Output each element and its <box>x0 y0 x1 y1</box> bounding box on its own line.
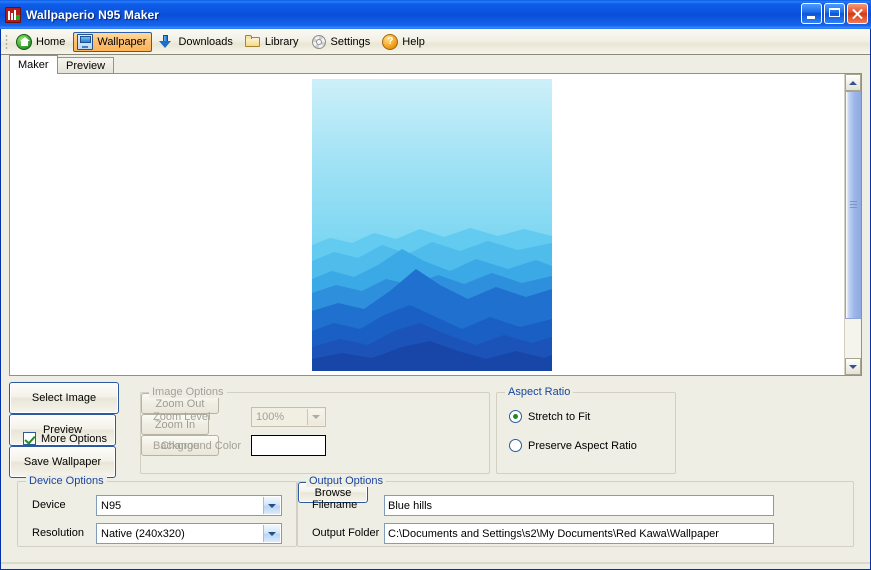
tab-strip: Maker Preview <box>9 55 862 74</box>
scroll-up-icon[interactable] <box>845 74 861 91</box>
toolbar-label-wallpaper: Wallpaper <box>97 35 147 48</box>
blue-hills-artwork <box>312 79 552 371</box>
device-options-group: Device Options Device N95 Resolution Nat… <box>17 475 297 547</box>
toolbar-label-downloads: Downloads <box>178 35 233 48</box>
zoom-level-label: Zoom Level <box>153 411 211 423</box>
radio-preserve-aspect-ratio[interactable]: Preserve Aspect Ratio <box>509 439 637 452</box>
window-controls <box>801 3 868 24</box>
toolbar-item-downloads[interactable]: Downloads <box>154 32 238 52</box>
resolution-label: Resolution <box>32 527 84 539</box>
background-color-label: Background Color <box>153 440 242 452</box>
window-title: Wallpaperio N95 Maker <box>26 7 160 22</box>
zoom-level-dropdown[interactable]: 100% <box>251 407 326 427</box>
wallpaper-image[interactable] <box>312 79 552 371</box>
toolbar-item-help[interactable]: ? Help <box>378 32 431 52</box>
client-area: Maker Preview Select Image More Options … <box>1 55 870 563</box>
device-label: Device <box>32 499 66 511</box>
scroll-down-icon[interactable] <box>845 358 861 375</box>
canvas-area[interactable] <box>10 74 844 375</box>
toolbar-label-settings: Settings <box>330 35 371 48</box>
image-options-legend: Image Options <box>149 386 227 398</box>
select-image-button[interactable]: Select Image <box>9 382 119 414</box>
radio-selected-icon <box>509 410 522 423</box>
image-options-group: Image Options Zoom Level 100% Zoom Out Z… <box>140 386 490 474</box>
scrollbar-thumb[interactable] <box>845 91 861 319</box>
toolbar-item-home[interactable]: Home <box>12 32 71 52</box>
folder-icon <box>244 34 261 50</box>
chevron-down-icon[interactable] <box>307 409 324 425</box>
application-window: Wallpaperio N95 Maker Home Wallpaper Dow… <box>0 0 871 570</box>
filename-input[interactable]: Blue hills <box>384 495 774 516</box>
toolbar-item-settings[interactable]: Settings <box>307 32 377 52</box>
chevron-down-icon[interactable] <box>263 525 280 542</box>
device-options-legend: Device Options <box>26 475 107 487</box>
more-options-label: More Options <box>41 432 108 445</box>
toolbar-grip[interactable] <box>5 33 8 50</box>
output-folder-input[interactable]: C:\Documents and Settings\s2\My Document… <box>384 523 774 544</box>
toolbar-item-library[interactable]: Library <box>241 32 305 52</box>
filename-label: Filename <box>312 499 358 511</box>
background-color-swatch[interactable] <box>251 435 326 456</box>
home-icon <box>16 33 32 50</box>
preserve-aspect-ratio-label: Preserve Aspect Ratio <box>528 439 637 452</box>
chevron-down-icon[interactable] <box>263 497 280 514</box>
output-folder-label: Output Folder <box>312 527 380 539</box>
toolbar-item-wallpaper[interactable]: Wallpaper <box>73 31 153 52</box>
tab-baseline <box>9 73 862 74</box>
radio-stretch-to-fit[interactable]: Stretch to Fit <box>509 410 590 423</box>
gear-icon <box>311 34 327 50</box>
scrollbar-track[interactable] <box>845 91 861 358</box>
more-options-checkbox[interactable]: More Options <box>23 432 107 445</box>
stretch-to-fit-label: Stretch to Fit <box>528 410 591 423</box>
status-bar <box>1 563 870 569</box>
controls-region: Select Image More Options Image Options … <box>9 382 862 557</box>
main-toolbar: Home Wallpaper Downloads Library Setting… <box>1 29 870 55</box>
device-value: N95 <box>101 499 122 512</box>
resolution-value: Native (240x320) <box>101 527 185 540</box>
tab-preview[interactable]: Preview <box>57 57 115 74</box>
toolbar-label-home: Home <box>36 35 66 48</box>
aspect-ratio-legend: Aspect Ratio <box>505 386 574 398</box>
checkmark-icon <box>23 432 36 445</box>
close-button[interactable] <box>847 3 868 24</box>
question-mark-icon: ? <box>382 33 399 50</box>
zoom-level-value: 100% <box>256 411 285 423</box>
download-arrow-icon <box>158 34 174 50</box>
minimize-button[interactable] <box>801 3 822 24</box>
maximize-button[interactable] <box>824 3 845 24</box>
aspect-ratio-group: Aspect Ratio Stretch to Fit Preserve Asp… <box>496 386 676 474</box>
output-options-group: Output Options Filename Blue hills Outpu… <box>297 475 854 547</box>
resolution-dropdown[interactable]: Native (240x320) <box>96 523 282 544</box>
tab-maker[interactable]: Maker <box>9 55 58 74</box>
monitor-icon <box>77 33 94 50</box>
radio-unselected-icon <box>509 439 522 452</box>
preview-canvas-panel <box>9 74 862 376</box>
save-wallpaper-button[interactable]: Save Wallpaper <box>9 446 116 478</box>
toolbar-label-help: Help <box>402 35 425 48</box>
app-chart-icon <box>5 6 21 23</box>
output-options-legend: Output Options <box>306 475 386 487</box>
vertical-scrollbar[interactable] <box>844 74 861 375</box>
title-bar: Wallpaperio N95 Maker <box>0 0 871 29</box>
toolbar-label-library: Library <box>264 35 299 48</box>
device-dropdown[interactable]: N95 <box>96 495 282 516</box>
